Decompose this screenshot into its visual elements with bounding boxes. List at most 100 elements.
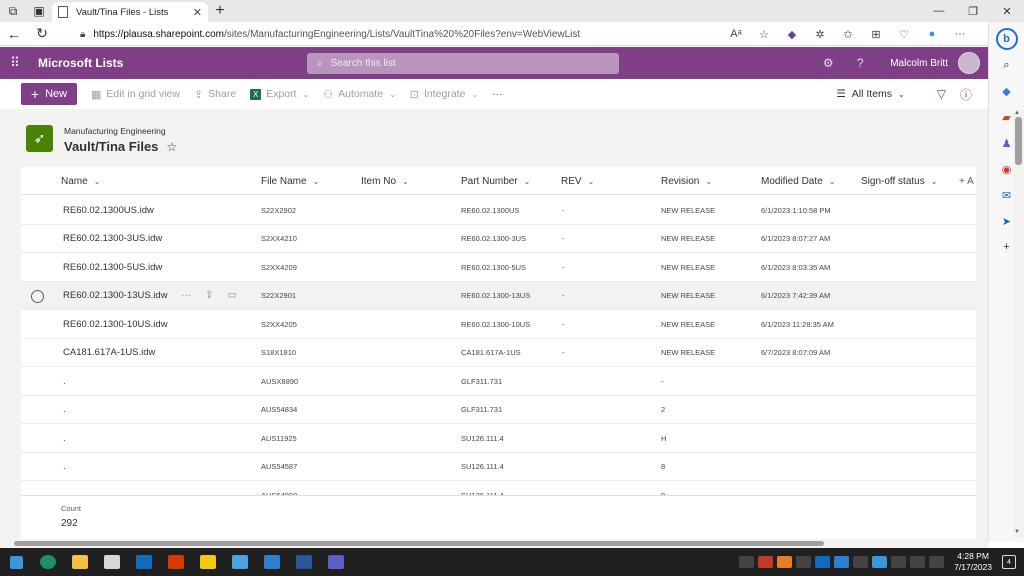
bing-chat-icon[interactable]: b bbox=[995, 28, 1018, 50]
tray-acrobat-icon[interactable] bbox=[758, 556, 774, 568]
scroll-down-icon[interactable]: ▼ bbox=[1014, 529, 1020, 535]
shopping-tag-icon[interactable]: ◆ bbox=[996, 80, 1018, 102]
workspaces-icon[interactable]: ⧉ bbox=[0, 0, 26, 22]
back-icon[interactable]: ← bbox=[0, 26, 28, 42]
refresh-icon[interactable]: ↻ bbox=[28, 25, 56, 42]
cell-name[interactable]: . bbox=[63, 396, 66, 424]
column-header-rev[interactable]: REV ⌄ bbox=[561, 167, 594, 195]
share-icon[interactable]: ⇪ bbox=[205, 290, 213, 301]
automate-button[interactable]: ⚇ Automate ⌄ bbox=[323, 88, 396, 101]
app-launcher-icon[interactable]: ⠿ bbox=[0, 55, 30, 71]
horizontal-scroll-thumb[interactable] bbox=[14, 541, 824, 546]
export-button[interactable]: X Export ⌄ bbox=[250, 88, 309, 100]
teams-icon[interactable] bbox=[320, 548, 352, 576]
table-row[interactable]: RE60.02.1300-3US.idw S2XX4210 RE60.02.13… bbox=[21, 225, 976, 253]
horizontal-scrollbar[interactable] bbox=[0, 539, 988, 548]
cell-name[interactable]: RE60.02.1300-10US.idw bbox=[63, 310, 168, 338]
column-header-part-number[interactable]: Part Number ⌄ bbox=[461, 167, 530, 195]
cell-name[interactable]: RE60.02.1300-13US.idw bbox=[63, 282, 168, 310]
cell-name[interactable]: . bbox=[63, 453, 66, 481]
scroll-thumb[interactable] bbox=[1015, 117, 1022, 165]
tray-volume-icon[interactable] bbox=[929, 556, 945, 568]
read-aloud-icon[interactable]: Aᵃ bbox=[722, 28, 750, 40]
close-tab-icon[interactable]: ✕ bbox=[193, 6, 202, 19]
minimize-icon[interactable]: — bbox=[922, 5, 956, 18]
browser-tab[interactable]: Vault/Tina Files - Lists ✕ bbox=[52, 2, 208, 22]
outlook-taskbar-icon[interactable] bbox=[128, 548, 160, 576]
notification-badge[interactable]: 4 bbox=[1002, 555, 1016, 569]
column-header-file-name[interactable]: File Name ⌄ bbox=[261, 167, 319, 195]
extension-icon[interactable]: ◆ bbox=[778, 28, 806, 41]
defender-icon[interactable] bbox=[256, 548, 288, 576]
new-tab-button[interactable]: + bbox=[208, 2, 232, 20]
settings-more-icon[interactable]: ··· bbox=[946, 28, 974, 40]
column-header-modified-date[interactable]: Modified Date ⌄ bbox=[761, 167, 835, 195]
table-row[interactable]: RE60.02.1300-5US.idw S2XX4209 RE60.02.13… bbox=[21, 253, 976, 282]
clock[interactable]: 4:28 PM 7/17/2023 bbox=[954, 551, 992, 573]
settings-gear-icon[interactable]: ⚙ bbox=[812, 56, 844, 70]
avatar[interactable] bbox=[958, 52, 980, 74]
file-explorer-icon[interactable] bbox=[64, 548, 96, 576]
table-row[interactable]: . AUS11925 SU126.111.4 H bbox=[21, 424, 976, 453]
help-icon[interactable]: ? bbox=[844, 56, 876, 70]
site-name[interactable]: Manufacturing Engineering bbox=[64, 126, 166, 136]
tray-security-icon[interactable] bbox=[796, 556, 812, 568]
column-header-revision[interactable]: Revision ⌄ bbox=[661, 167, 712, 195]
row-select-checkbox[interactable] bbox=[31, 289, 44, 303]
add-column-button[interactable]: + A bbox=[959, 167, 974, 195]
share-button[interactable]: ⇪ Share bbox=[194, 88, 236, 101]
collections-icon[interactable]: ⊞ bbox=[862, 28, 890, 41]
vertical-scrollbar[interactable]: ▲ ▼ bbox=[1013, 109, 1024, 537]
favorites-icon[interactable]: ✩ bbox=[834, 28, 862, 41]
table-row[interactable]: RE60.02.1300US.idw S22X2902 RE60.02.1300… bbox=[21, 196, 976, 225]
column-header-item-no[interactable]: Item No ⌄ bbox=[361, 167, 409, 195]
tray-update-icon[interactable] bbox=[777, 556, 793, 568]
edge-taskbar-icon[interactable] bbox=[32, 548, 64, 576]
tray-wifi-icon[interactable] bbox=[910, 556, 926, 568]
puzzle-extensions-icon[interactable]: ✲ bbox=[806, 28, 834, 41]
cell-name[interactable]: . bbox=[63, 367, 66, 395]
new-button[interactable]: + New bbox=[21, 83, 77, 105]
cell-name[interactable]: RE60.02.1300-3US.idw bbox=[63, 225, 162, 253]
info-icon[interactable]: ⓘ bbox=[960, 86, 972, 103]
search-icon[interactable]: ⌕ bbox=[996, 54, 1018, 76]
scroll-up-icon[interactable]: ▲ bbox=[1014, 110, 1020, 116]
mail-icon[interactable] bbox=[224, 548, 256, 576]
store-icon[interactable] bbox=[96, 548, 128, 576]
tray-outlook-icon[interactable] bbox=[815, 556, 831, 568]
view-selector[interactable]: ☰ All Items ⌄ bbox=[836, 88, 904, 100]
tray-network-icon[interactable] bbox=[853, 556, 869, 568]
office-icon[interactable] bbox=[160, 548, 192, 576]
word-icon[interactable] bbox=[288, 548, 320, 576]
filter-icon[interactable]: ▽ bbox=[937, 87, 946, 101]
table-row[interactable]: CA181.617A-1US.idw S18X1810 CA181.617A-1… bbox=[21, 339, 976, 367]
tray-bluetooth-icon[interactable] bbox=[834, 556, 850, 568]
cell-name[interactable]: . bbox=[63, 424, 66, 452]
table-row[interactable]: . AUS54587 SU126.111.4 8 bbox=[21, 453, 976, 481]
app-name[interactable]: Microsoft Lists bbox=[38, 56, 123, 70]
close-window-icon[interactable]: ✕ bbox=[990, 5, 1024, 18]
favorite-star-icon[interactable]: ☆ bbox=[166, 140, 177, 154]
profile-icon[interactable]: ● bbox=[918, 28, 946, 40]
table-row[interactable]: RE60.02.1300-10US.idw S2XX4205 RE60.02.1… bbox=[21, 310, 976, 339]
table-row[interactable]: . AUS54834 GLF311.731 2 bbox=[21, 396, 976, 424]
column-header-name[interactable]: Name ⌄ bbox=[61, 167, 100, 195]
sticky-notes-icon[interactable] bbox=[192, 548, 224, 576]
cell-name[interactable]: CA181.617A-1US.idw bbox=[63, 339, 155, 367]
edit-grid-button[interactable]: ▦ Edit in grid view bbox=[91, 88, 180, 101]
integrate-button[interactable]: ⊡ Integrate ⌄ bbox=[410, 88, 478, 101]
cell-name[interactable]: RE60.02.1300US.idw bbox=[63, 196, 154, 224]
restore-icon[interactable]: ❐ bbox=[956, 5, 990, 18]
cell-name[interactable]: RE60.02.1300-5US.idw bbox=[63, 253, 162, 281]
favorite-star-icon[interactable]: ☆ bbox=[750, 28, 778, 41]
column-header-signoff[interactable]: Sign-off status ⌄ bbox=[861, 167, 937, 195]
tray-app-icon[interactable] bbox=[739, 556, 755, 568]
tray-onedrive-icon[interactable] bbox=[872, 556, 888, 568]
table-row[interactable]: . AUSX8890 GLF311.731 - bbox=[21, 367, 976, 396]
more-actions-icon[interactable]: ··· bbox=[181, 290, 191, 301]
table-row-hovered[interactable]: RE60.02.1300-13US.idw ··· ⇪ ▭ S22X2901 R… bbox=[21, 281, 976, 310]
search-box[interactable]: ⌕ Search this list bbox=[307, 53, 619, 74]
start-icon[interactable] bbox=[0, 548, 32, 576]
comment-icon[interactable]: ▭ bbox=[227, 290, 236, 301]
browser-essentials-icon[interactable]: ♡ bbox=[890, 28, 918, 41]
